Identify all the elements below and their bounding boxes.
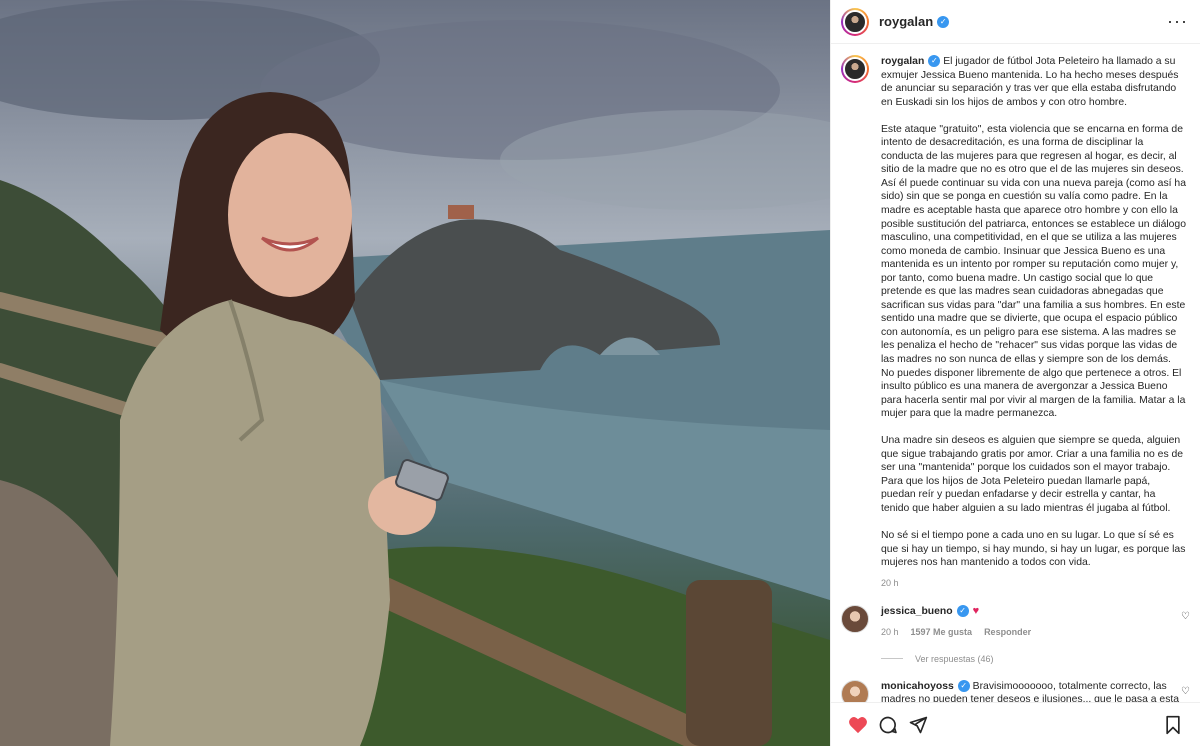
comment-item: monicahoyoss ✓ Bravisimooooooo, totalment… bbox=[841, 679, 1190, 702]
verified-badge-icon: ✓ bbox=[928, 55, 941, 68]
comment-likes[interactable]: 1597 Me gusta bbox=[911, 626, 973, 640]
replies-divider bbox=[881, 658, 903, 660]
reply-button[interactable]: Responder bbox=[984, 626, 1031, 640]
caption-paragraph: roygalan ✓ El jugador de fútbol Jota Pele… bbox=[881, 55, 1186, 109]
post-actions-bar bbox=[831, 702, 1200, 746]
caption-username[interactable]: roygalan bbox=[881, 56, 924, 67]
comment-avatar[interactable] bbox=[841, 604, 869, 633]
view-replies-label[interactable]: Ver respuestas (46) bbox=[915, 654, 994, 664]
caption-paragraph: No sé si el tiempo pone a cada uno en su… bbox=[881, 530, 1186, 569]
comment-avatar[interactable] bbox=[841, 679, 869, 702]
verified-badge-icon: ✓ bbox=[956, 604, 969, 617]
comment-item: jessica_bueno ✓ ♥ 20 h 1597 Me gusta Respo… bbox=[841, 604, 1190, 640]
share-icon[interactable] bbox=[903, 713, 933, 737]
caption-timestamp[interactable]: 20 h bbox=[881, 577, 1186, 591]
author-avatar[interactable] bbox=[841, 7, 869, 36]
photo-scene bbox=[0, 0, 830, 746]
view-replies[interactable]: Ver respuestas (46) bbox=[881, 654, 1186, 664]
comment-username[interactable]: jessica_bueno bbox=[881, 606, 953, 617]
caption-paragraph: Una madre sin deseos es alguien que siem… bbox=[881, 435, 1184, 514]
post-side-panel: roygalan ✓ ··· roygalan ✓ El jugador de f… bbox=[830, 0, 1200, 746]
author-username[interactable]: roygalan bbox=[879, 14, 933, 29]
caption-text: El jugador de fútbol Jota Peleteiro ha l… bbox=[881, 56, 1179, 108]
comments-scroll[interactable]: roygalan ✓ El jugador de fútbol Jota Pele… bbox=[831, 45, 1200, 702]
comment-like-heart-icon[interactable]: ♡ bbox=[1181, 611, 1190, 622]
more-options-icon[interactable]: ··· bbox=[1167, 11, 1188, 32]
caption-paragraph: Este ataque "gratuito", esta violencia q… bbox=[881, 123, 1186, 420]
post-photo[interactable] bbox=[0, 0, 830, 746]
comment-meta: 20 h 1597 Me gusta Responder bbox=[881, 626, 1181, 640]
post-caption: roygalan ✓ El jugador de fútbol Jota Pele… bbox=[841, 55, 1186, 591]
comment-like-heart-icon[interactable]: ♡ bbox=[1181, 686, 1190, 697]
red-heart-emoji-icon: ♥ bbox=[972, 604, 980, 617]
bookmark-icon[interactable] bbox=[1158, 713, 1188, 737]
heart-icon[interactable] bbox=[843, 713, 873, 737]
comment-username[interactable]: monicahoyoss bbox=[881, 681, 954, 692]
caption-avatar[interactable] bbox=[841, 55, 869, 83]
comment-icon[interactable] bbox=[873, 713, 903, 737]
post-header: roygalan ✓ ··· bbox=[831, 0, 1200, 44]
verified-badge-icon: ✓ bbox=[937, 15, 950, 28]
comment-timestamp[interactable]: 20 h bbox=[881, 626, 899, 640]
verified-badge-icon: ✓ bbox=[957, 680, 970, 693]
